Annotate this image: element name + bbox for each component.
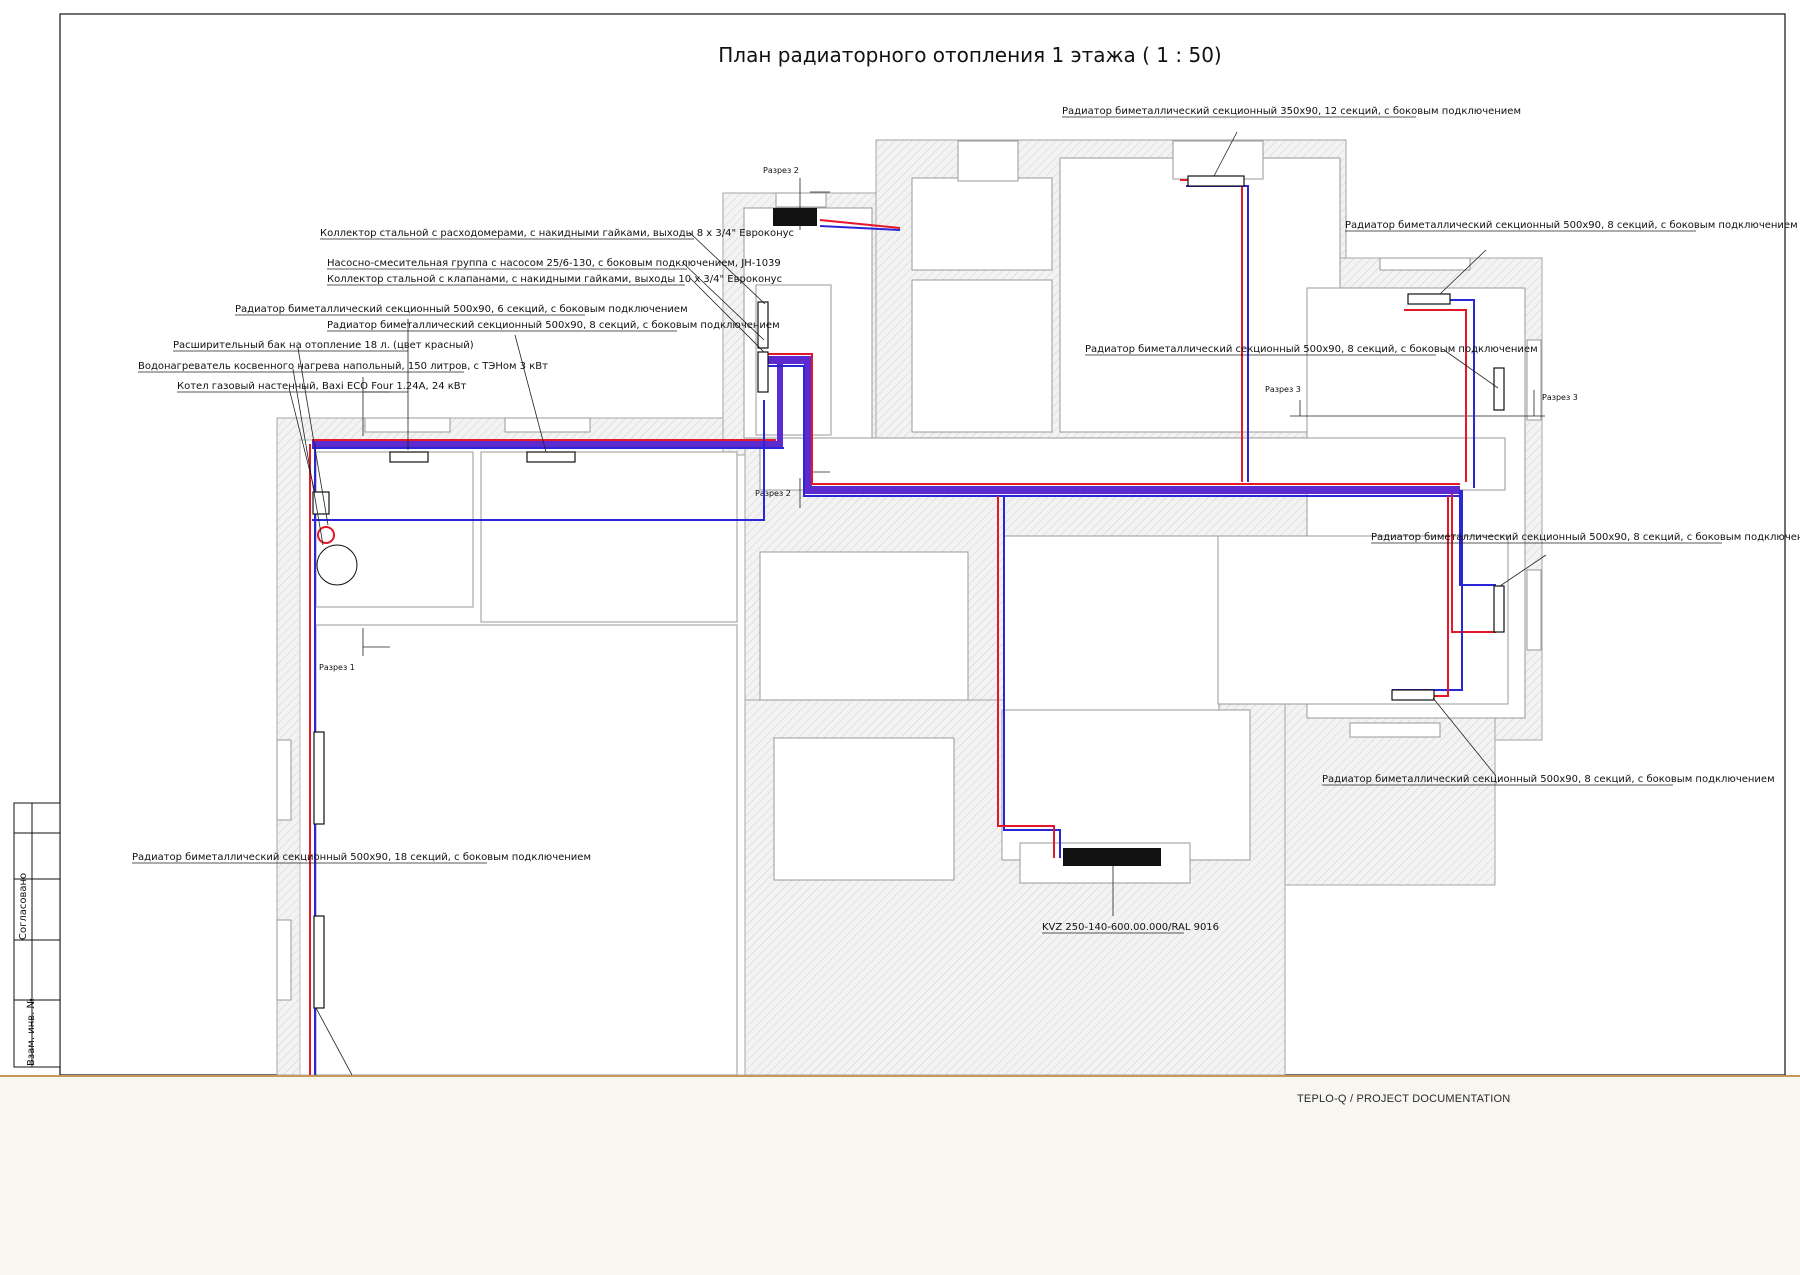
page-footer: TEPLO-Q / PROJECT DOCUMENTATION: [0, 1075, 1800, 1275]
heating-floor-plan: Согласовано Взам. инв. № План радиаторно…: [0, 0, 1800, 1075]
label-boiler: Котел газовый настенный, Baxi ECO Four 1…: [177, 381, 467, 392]
label-rad-se: Радиатор биметаллический секционный 500х…: [1322, 774, 1775, 785]
section-2-mid-label: Разрез 2: [755, 489, 791, 498]
radiator-e2-8: [1493, 585, 1505, 633]
label-rad-w18: Радиатор биметаллический секционный 500х…: [132, 852, 591, 863]
radiator-w8: [526, 451, 576, 463]
stamp-block: Согласовано Взам. инв. №: [13, 802, 61, 1068]
radiator-w6: [389, 451, 429, 463]
footer-brand: TEPLO-Q / PROJECT DOCUMENTATION: [1297, 1093, 1511, 1105]
water-heater-tank: [316, 544, 358, 586]
radiator-w18b: [313, 915, 325, 1009]
label-collector-1: Коллектор стальной с расходомерами, с на…: [320, 228, 794, 239]
collector-top: [773, 208, 817, 226]
label-rad-ne: Радиатор биметаллический секционный 500х…: [1345, 220, 1798, 231]
radiator-ne-8: [1407, 293, 1451, 305]
stamp-inv: Взам. инв. №: [26, 998, 37, 1066]
radiator-e-8: [1493, 367, 1505, 411]
label-rad-e2: Радиатор биметаллический секционный 500х…: [1371, 532, 1800, 543]
label-kvz: KVZ 250-140-600.00.000/RAL 9016: [1042, 922, 1219, 933]
label-water-heater: Водонагреватель косвенного нагрева напол…: [138, 361, 548, 372]
stamp-agreed: Согласовано: [18, 873, 29, 940]
radiator-w18: [313, 731, 325, 825]
section-2-top-label: Разрез 2: [763, 166, 799, 175]
convector-kvz: [1063, 848, 1161, 866]
label-rad-w6: Радиатор биметаллический секционный 500х…: [235, 304, 688, 315]
label-collector-2: Коллектор стальной с клапанами, с накидн…: [327, 274, 782, 285]
radiator-se-8: [1391, 689, 1435, 701]
label-rad-w8: Радиатор биметаллический секционный 500х…: [327, 320, 780, 331]
section-1-label: Разрез 1: [319, 663, 355, 672]
label-rad-e: Радиатор биметаллический секционный 500х…: [1085, 344, 1538, 355]
label-rad-north: Радиатор биметаллический секционный 350х…: [1062, 106, 1521, 117]
floor-plan-svg: Согласовано Взам. инв. № План радиаторно…: [13, 13, 1800, 1075]
collector-2: [757, 351, 769, 393]
label-expansion-tank: Расширительный бак на отопление 18 л. (ц…: [173, 340, 474, 351]
drawing-title: План радиаторного отопления 1 этажа ( 1 …: [718, 43, 1221, 67]
boiler-unit: [312, 491, 330, 515]
section-3-left-label: Разрез 3: [1265, 385, 1301, 394]
section-3-right-label: Разрез 3: [1542, 393, 1578, 402]
label-pump-group: Насосно-смесительная группа с насосом 25…: [327, 258, 781, 269]
radiator-north-12: [1187, 175, 1245, 187]
